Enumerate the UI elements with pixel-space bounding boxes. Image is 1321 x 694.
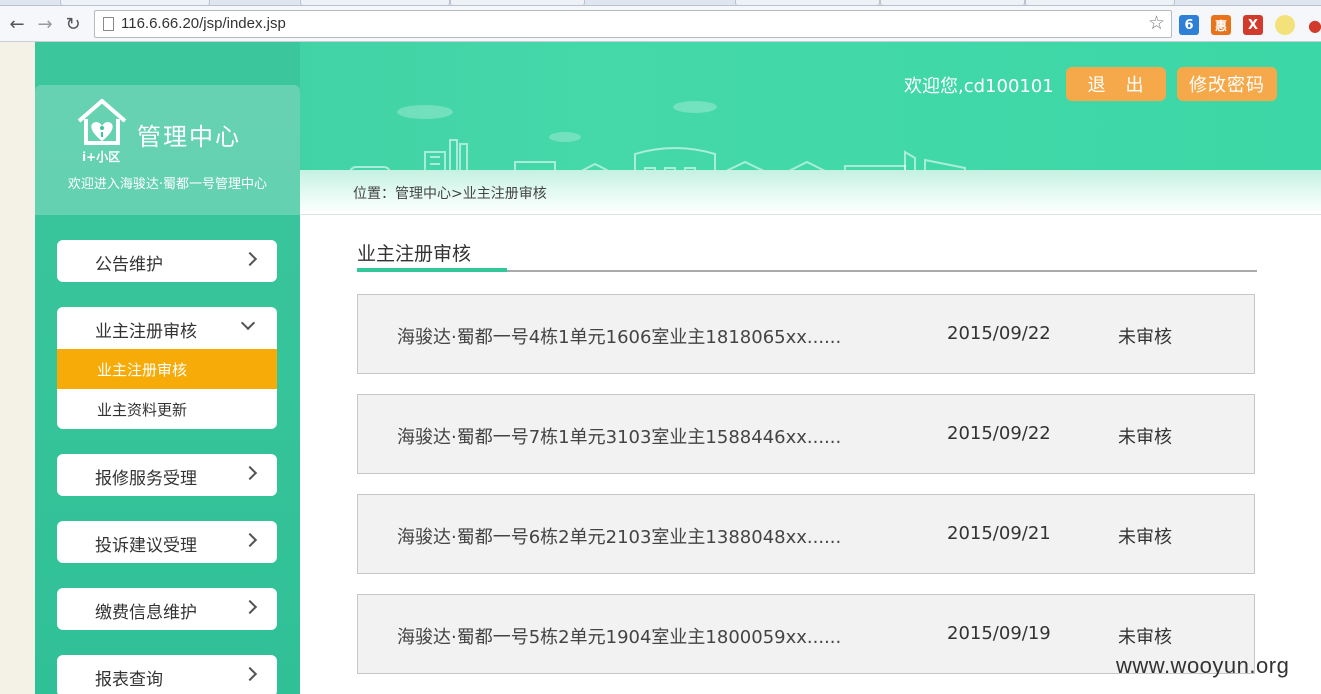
registration-description: 海骏达·蜀都一号6栋2单元2103室业主1388048xx...... xyxy=(397,527,842,548)
chevron-right-icon xyxy=(242,251,258,267)
logo-title: 管理中心 xyxy=(137,123,241,151)
registration-status: 未审核 xyxy=(1118,627,1172,648)
registration-status: 未审核 xyxy=(1118,427,1172,448)
registration-date: 2015/09/22 xyxy=(947,423,1051,444)
sidebar-item-label: 报修服务受理 xyxy=(95,469,197,489)
chevron-right-icon xyxy=(242,666,258,682)
chevron-down-icon xyxy=(240,315,256,331)
extension-yellow-icon[interactable] xyxy=(1275,15,1295,35)
registration-date: 2015/09/22 xyxy=(947,323,1051,344)
address-bar[interactable]: 116.6.66.20/jsp/index.jsp ☆ xyxy=(94,10,1172,38)
chevron-right-icon xyxy=(242,532,258,548)
chevron-right-icon xyxy=(242,599,258,615)
breadcrumb: 位置：管理中心>业主注册审核 xyxy=(353,186,547,202)
sidebar-item-label: 缴费信息维护 xyxy=(95,603,197,623)
forward-arrow-icon[interactable]: → xyxy=(34,12,56,36)
sidebar-item-owner-registration[interactable]: 业主注册审核 xyxy=(57,307,277,349)
extension-weibo-icon[interactable]: ● xyxy=(1305,15,1321,35)
sidebar-item-repairs[interactable]: 报修服务受理 xyxy=(57,454,277,496)
extension-red-icon[interactable]: X xyxy=(1243,15,1263,35)
sidebar-subitem-label: 业主资料更新 xyxy=(97,401,188,419)
watermark: www.wooyun.org xyxy=(1116,653,1290,678)
registration-description: 海骏达·蜀都一号4栋1单元1606室业主1818065xx...... xyxy=(397,327,842,348)
registration-date: 2015/09/21 xyxy=(947,523,1051,544)
address-url: 116.6.66.20/jsp/index.jsp xyxy=(121,15,286,32)
sidebar-subitem-profile-update[interactable]: 业主资料更新 xyxy=(57,389,277,429)
title-accent-bar xyxy=(357,268,507,272)
sidebar-subitem-label: 业主注册审核 xyxy=(97,361,188,379)
bookmark-star-icon[interactable]: ☆ xyxy=(1148,12,1165,34)
app-frame: 位置：管理中心>业主注册审核 欢迎您,cd100101 退 出 修改密码 i+小… xyxy=(35,42,1321,694)
list-item[interactable]: 海骏达·蜀都一号6栋2单元2103室业主1388048xx...... 2015… xyxy=(357,494,1255,574)
sidebar-item-label: 报表查询 xyxy=(95,670,163,690)
sidebar: i+小区 管理中心 欢迎进入海骏达·蜀都一号管理中心 公告维护 业主注册审核 业… xyxy=(35,42,300,694)
sidebar-item-complaints[interactable]: 投诉建议受理 xyxy=(57,521,277,563)
registration-description: 海骏达·蜀都一号7栋1单元3103室业主1588446xx...... xyxy=(397,427,842,448)
browser-toolbar: ← → ↻ 116.6.66.20/jsp/index.jsp ☆ 6 惠 X … xyxy=(0,6,1321,42)
list-item[interactable]: 海骏达·蜀都一号7栋1单元3103室业主1588446xx...... 2015… xyxy=(357,394,1255,474)
sidebar-item-reports[interactable]: 报表查询 xyxy=(57,655,277,694)
sidebar-group-owner-registration: 业主注册审核 业主注册审核 业主资料更新 xyxy=(57,307,277,429)
sidebar-item-label: 业主注册审核 xyxy=(95,322,197,342)
logo-panel: i+小区 管理中心 欢迎进入海骏达·蜀都一号管理中心 xyxy=(35,85,300,215)
back-arrow-icon[interactable]: ← xyxy=(6,12,28,36)
list-item[interactable]: 海骏达·蜀都一号4栋1单元1606室业主1818065xx...... 2015… xyxy=(357,294,1255,374)
registration-status: 未审核 xyxy=(1118,327,1172,348)
extension-blue-icon[interactable]: 6 xyxy=(1179,15,1199,35)
registration-status: 未审核 xyxy=(1118,527,1172,548)
logo-subtitle: i+小区 xyxy=(82,150,121,164)
sidebar-item-announcements[interactable]: 公告维护 xyxy=(57,240,277,282)
sidebar-item-label: 公告维护 xyxy=(95,255,163,275)
change-password-button[interactable]: 修改密码 xyxy=(1177,67,1277,101)
welcome-text: 欢迎您,cd100101 xyxy=(904,76,1054,97)
registration-date: 2015/09/19 xyxy=(947,623,1051,644)
logout-button[interactable]: 退 出 xyxy=(1066,67,1166,101)
sidebar-item-payments[interactable]: 缴费信息维护 xyxy=(57,588,277,630)
extension-orange-icon[interactable]: 惠 xyxy=(1211,15,1231,35)
sidebar-subitem-registration-review[interactable]: 业主注册审核 xyxy=(57,349,277,389)
page-title: 业主注册审核 xyxy=(357,243,472,265)
page-icon xyxy=(103,17,114,31)
chevron-right-icon xyxy=(242,465,258,481)
sidebar-item-label: 投诉建议受理 xyxy=(95,536,197,556)
logo-welcome-text: 欢迎进入海骏达·蜀都一号管理中心 xyxy=(67,177,268,192)
house-logo-icon xyxy=(77,99,127,145)
reload-icon[interactable]: ↻ xyxy=(62,12,84,36)
registration-description: 海骏达·蜀都一号5栋2单元1904室业主1800059xx...... xyxy=(397,627,842,648)
